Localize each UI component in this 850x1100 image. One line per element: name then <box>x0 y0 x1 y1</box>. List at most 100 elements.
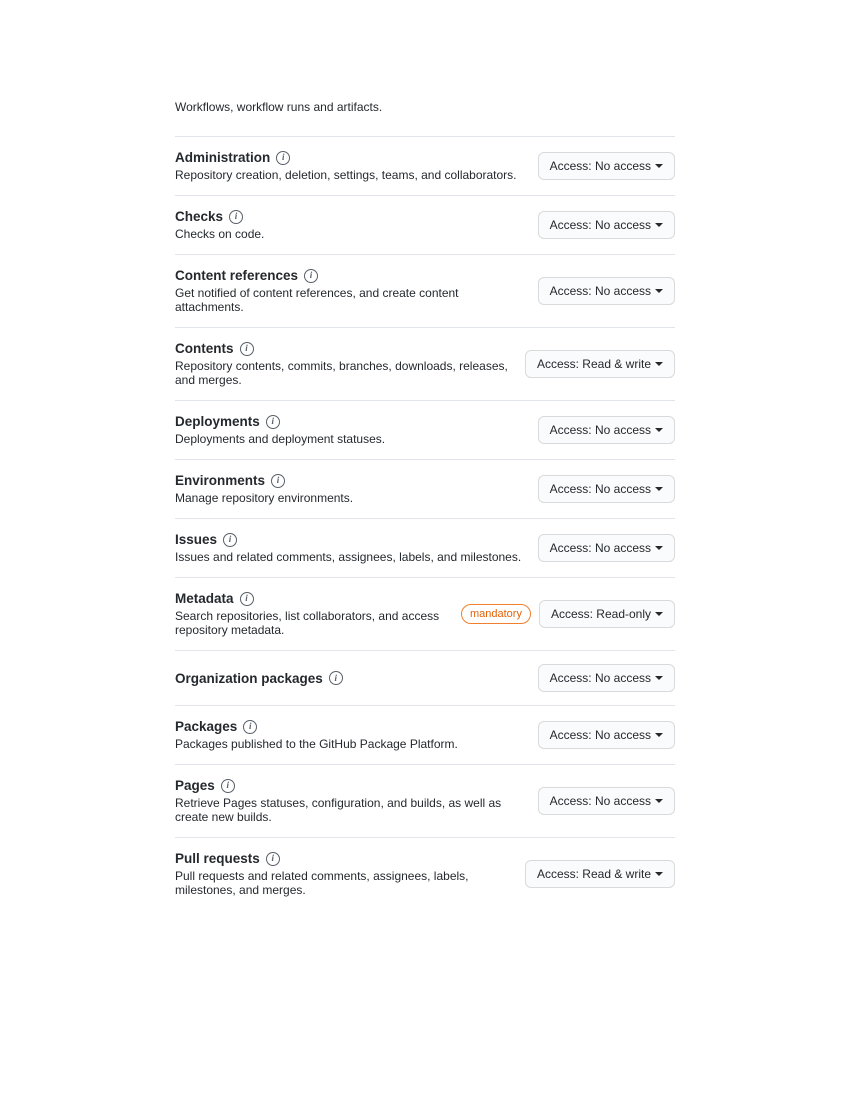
permission-row: Content references i Get notified of conte… <box>175 254 675 327</box>
access-select-label: Access: No access <box>550 792 651 810</box>
permission-controls: Access: Read & write <box>525 350 675 378</box>
permission-description: Pull requests and related comments, assi… <box>175 869 517 897</box>
access-select-label: Access: No access <box>550 669 651 687</box>
caret-down-icon <box>655 612 663 616</box>
permission-controls: Access: No access <box>538 152 675 180</box>
permission-title: Checks <box>175 209 223 224</box>
permission-title: Contents <box>175 341 234 356</box>
permission-description: Manage repository environments. <box>175 491 530 505</box>
permission-info: Metadata i Search repositories, list colla… <box>175 591 453 637</box>
intro-text: Workflows, workflow runs and artifacts. <box>175 100 675 114</box>
permission-title-row: Environments i <box>175 473 530 488</box>
access-select-label: Access: No access <box>550 216 651 234</box>
access-select-label: Access: No access <box>550 539 651 557</box>
permission-info: Checksi Checks on code. <box>175 209 530 241</box>
permission-row: Pull requests i Pull requests and related … <box>175 837 675 910</box>
access-select-label: Access: Read & write <box>537 865 651 883</box>
info-icon[interactable]: i <box>266 415 280 429</box>
info-icon[interactable]: i <box>271 474 285 488</box>
permission-row: Environments i Manage repository environme… <box>175 459 675 518</box>
permission-description: Retrieve Pages statuses, configuration, … <box>175 796 530 824</box>
permission-title: Issues <box>175 532 217 547</box>
permission-title: Metadata <box>175 591 234 606</box>
caret-down-icon <box>655 733 663 737</box>
permission-description: Search repositories, list collaborators,… <box>175 609 453 637</box>
permission-controls: Access: No access <box>538 534 675 562</box>
permission-info: AdministrationiRepository creation, dele… <box>175 150 530 182</box>
permission-title: Environments <box>175 473 265 488</box>
info-icon[interactable]: i <box>276 151 290 165</box>
caret-down-icon <box>655 428 663 432</box>
permission-title: Packages <box>175 719 237 734</box>
permission-title-row: Packages i <box>175 719 530 734</box>
access-select-button[interactable]: Access: No access <box>538 787 675 815</box>
info-icon[interactable]: i <box>304 269 318 283</box>
permission-info: Deployments i Deployments and deployment s… <box>175 414 530 446</box>
caret-down-icon <box>655 487 663 491</box>
info-icon[interactable]: i <box>240 592 254 606</box>
caret-down-icon <box>655 676 663 680</box>
permission-title: Pull requests <box>175 851 260 866</box>
access-select-button[interactable]: Access: No access <box>538 721 675 749</box>
access-select-button[interactable]: Access: Read-only <box>539 600 675 628</box>
access-select-button[interactable]: Access: No access <box>538 152 675 180</box>
permission-title: Administration <box>175 150 270 165</box>
permission-controls: Access: No access <box>538 475 675 503</box>
access-select-label: Access: No access <box>550 480 651 498</box>
permission-info: Contents i Repository contents, commits, b… <box>175 341 517 387</box>
permission-row: PackagesiPackages published to the GitHu… <box>175 705 675 764</box>
access-select-button[interactable]: Access: No access <box>538 211 675 239</box>
permission-title: Organization packages <box>175 671 323 686</box>
permission-title: Content references <box>175 268 298 283</box>
permission-row: Checksi Checks on code. Access: No access <box>175 195 675 254</box>
access-select-button[interactable]: Access: Read & write <box>525 350 675 378</box>
permission-title-row: Deployments i <box>175 414 530 429</box>
access-select-button[interactable]: Access: No access <box>538 277 675 305</box>
info-icon[interactable]: i <box>329 671 343 685</box>
permission-description: Deployments and deployment statuses. <box>175 432 530 446</box>
permission-controls: Access: No access <box>538 416 675 444</box>
access-select-button[interactable]: Access: No access <box>538 534 675 562</box>
info-icon[interactable]: i <box>221 779 235 793</box>
permission-description: Get notified of content references, and … <box>175 286 530 314</box>
permission-title-row: Checksi <box>175 209 530 224</box>
access-select-button[interactable]: Access: No access <box>538 416 675 444</box>
caret-down-icon <box>655 362 663 366</box>
permission-row: IssuesiIssues and related comments, assi… <box>175 518 675 577</box>
access-select-label: Access: Read-only <box>551 605 651 623</box>
access-select-label: Access: Read & write <box>537 355 651 373</box>
access-select-button[interactable]: Access: No access <box>538 664 675 692</box>
info-icon[interactable]: i <box>243 720 257 734</box>
permission-title-row: Organization packages i <box>175 671 530 686</box>
permission-title-row: Pull requests i <box>175 851 517 866</box>
permission-info: Organization packages i <box>175 671 530 686</box>
permission-info: Content references i Get notified of conte… <box>175 268 530 314</box>
permission-description: Repository contents, commits, branches, … <box>175 359 517 387</box>
info-icon[interactable]: i <box>223 533 237 547</box>
access-select-label: Access: No access <box>550 726 651 744</box>
info-icon[interactable]: i <box>240 342 254 356</box>
permission-title-row: Administration i <box>175 150 530 165</box>
permission-controls: Access: No access <box>538 211 675 239</box>
permission-info: PackagesiPackages published to the GitHu… <box>175 719 530 751</box>
access-select-button[interactable]: Access: No access <box>538 475 675 503</box>
permissions-list: AdministrationiRepository creation, dele… <box>175 136 675 910</box>
permission-description: Checks on code. <box>175 227 530 241</box>
access-select-label: Access: No access <box>550 421 651 439</box>
caret-down-icon <box>655 872 663 876</box>
caret-down-icon <box>655 289 663 293</box>
permission-row: Contents i Repository contents, commits, b… <box>175 327 675 400</box>
info-icon[interactable]: i <box>266 852 280 866</box>
permission-controls: mandatory Access: Read-only <box>461 600 675 628</box>
permission-row: Metadata i Search repositories, list colla… <box>175 577 675 650</box>
caret-down-icon <box>655 799 663 803</box>
mandatory-badge: mandatory <box>461 604 531 624</box>
permission-title-row: Pagesi <box>175 778 530 793</box>
permission-info: Environments i Manage repository environme… <box>175 473 530 505</box>
caret-down-icon <box>655 546 663 550</box>
access-select-button[interactable]: Access: Read & write <box>525 860 675 888</box>
permission-controls: Access: No access <box>538 787 675 815</box>
permission-title: Deployments <box>175 414 260 429</box>
caret-down-icon <box>655 164 663 168</box>
info-icon[interactable]: i <box>229 210 243 224</box>
